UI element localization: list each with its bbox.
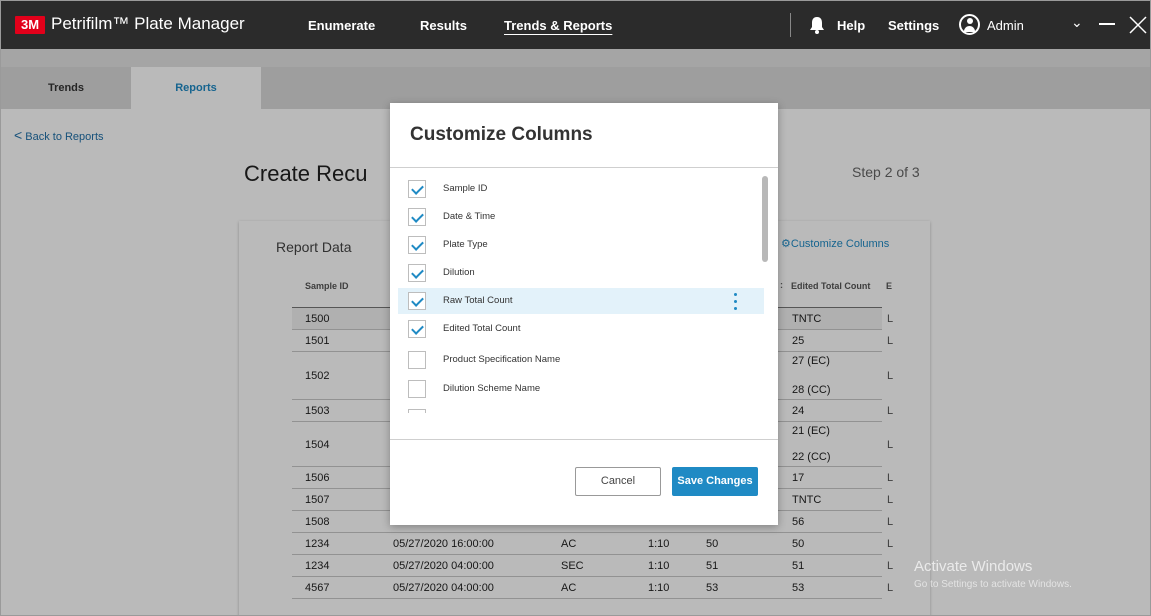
column-option[interactable]: Dilution bbox=[398, 260, 764, 286]
column-option-label: Plate Type bbox=[443, 239, 488, 250]
checkbox[interactable] bbox=[408, 236, 426, 254]
column-option-label: Edited Total Count bbox=[443, 323, 521, 334]
column-option[interactable]: Plate Type bbox=[398, 232, 764, 258]
help-link[interactable]: Help bbox=[837, 18, 865, 33]
user-name[interactable]: Admin bbox=[987, 18, 1024, 33]
nav-enumerate[interactable]: Enumerate bbox=[308, 18, 375, 33]
column-option[interactable]: Raw Total Count bbox=[398, 288, 764, 314]
divider bbox=[390, 167, 778, 168]
checkbox[interactable] bbox=[408, 180, 426, 198]
nav-divider bbox=[790, 13, 791, 37]
checkbox[interactable] bbox=[408, 320, 426, 338]
close-icon[interactable] bbox=[1127, 13, 1149, 37]
user-avatar-icon[interactable] bbox=[959, 14, 980, 35]
checkbox[interactable] bbox=[408, 264, 426, 282]
column-option-label: Raw Total Count bbox=[443, 295, 513, 306]
3m-logo: 3M bbox=[15, 16, 45, 34]
column-option[interactable]: Product Specification Name bbox=[398, 347, 764, 373]
column-option[interactable]: Date & Time bbox=[398, 204, 764, 230]
column-option-label: Dilution bbox=[443, 267, 475, 278]
divider bbox=[390, 439, 778, 440]
top-bar: 3M Petrifilm™ Plate Manager Enumerate Re… bbox=[1, 1, 1150, 49]
column-option-label: Dilution Scheme Name bbox=[443, 383, 541, 394]
checkbox[interactable] bbox=[408, 208, 426, 226]
bell-icon[interactable] bbox=[807, 15, 827, 35]
column-option[interactable]: Dilution Scheme Name bbox=[398, 376, 764, 402]
watermark-title: Activate Windows bbox=[914, 558, 1033, 575]
column-option-label: Sample ID bbox=[443, 183, 488, 194]
customize-columns-dialog: Customize Columns Sample ID Date & Time Pl… bbox=[390, 103, 778, 525]
app-window: 3M Petrifilm™ Plate Manager Enumerate Re… bbox=[0, 0, 1151, 616]
drag-handle-icon[interactable] bbox=[734, 293, 738, 310]
scrollbar-thumb[interactable] bbox=[762, 176, 768, 262]
save-changes-button[interactable]: Save Changes bbox=[672, 467, 758, 496]
watermark-subtitle: Go to Settings to activate Windows. bbox=[914, 579, 1072, 590]
cancel-button[interactable]: Cancel bbox=[575, 467, 661, 496]
checkbox[interactable] bbox=[408, 380, 426, 398]
minimize-icon[interactable] bbox=[1099, 23, 1115, 25]
column-option[interactable]: Sample ID bbox=[398, 176, 764, 202]
column-option-label: Date & Time bbox=[443, 211, 496, 222]
nav-results[interactable]: Results bbox=[420, 18, 467, 33]
nav-trends-reports[interactable]: Trends & Reports bbox=[504, 18, 612, 33]
chevron-down-icon[interactable]: ⌄ bbox=[1071, 14, 1083, 31]
column-list: Sample ID Date & Time Plate Type Dilution Ra… bbox=[390, 173, 778, 413]
checkbox[interactable] bbox=[408, 292, 426, 310]
column-option[interactable]: Edited Total Count bbox=[398, 316, 764, 342]
app-title: Petrifilm™ Plate Manager bbox=[51, 14, 245, 33]
checkbox[interactable] bbox=[408, 351, 426, 369]
dialog-title: Customize Columns bbox=[410, 124, 593, 145]
settings-link[interactable]: Settings bbox=[888, 18, 939, 33]
checkbox[interactable] bbox=[408, 409, 426, 413]
column-option-label: Product Specification Name bbox=[443, 354, 561, 365]
